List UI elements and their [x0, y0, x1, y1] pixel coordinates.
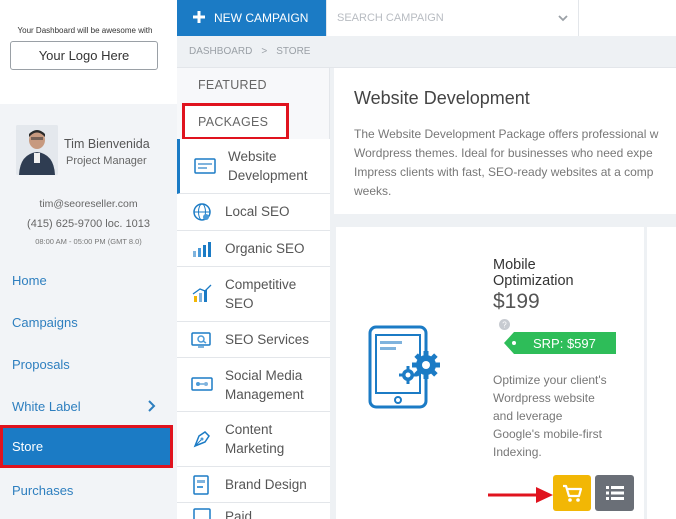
product-title: Mobile Optimization: [493, 257, 574, 289]
website-icon: [194, 158, 216, 174]
brand-card-icon: [193, 475, 209, 495]
breadcrumb: DASHBOARD > STORE: [177, 36, 676, 68]
pen-nib-icon: [193, 431, 210, 448]
avatar: [16, 125, 58, 175]
product-description-line: Indexing.: [493, 445, 542, 459]
logo-area: Your Dashboard will be awesome with Your…: [0, 0, 177, 104]
srp-price: SRP: $597: [533, 336, 596, 351]
top-bar: NEW CAMPAIGN: [177, 0, 676, 36]
package-label-line: Content: [225, 422, 273, 437]
package-label-line: Management: [225, 387, 304, 402]
sidebar: Your Dashboard will be awesome with Your…: [0, 0, 177, 519]
product-card-partial: [647, 227, 676, 519]
package-label-line: SEO: [225, 296, 254, 311]
product-card: Mobile Optimization $199 ? SRP: $597 Opt…: [336, 227, 644, 519]
chevron-right-icon: [148, 400, 156, 412]
nav-proposals-label: Proposals: [12, 356, 70, 372]
paid-icon: [193, 508, 211, 519]
product-title-line: Optimization: [493, 273, 574, 289]
logo-button[interactable]: Your Logo Here: [10, 41, 158, 70]
user-hours: 08:00 AM - 05:00 PM (GMT 8.0): [35, 237, 142, 246]
category-packages[interactable]: PACKAGES: [182, 103, 289, 140]
package-item-competitive-seo[interactable]: Competitive SEO: [177, 267, 330, 322]
search-campaign-select[interactable]: [326, 0, 579, 36]
description-line: The Website Development Package offers p…: [354, 127, 659, 141]
product-description: Optimize your client's Wordpress website…: [493, 371, 638, 461]
package-item-content-marketing[interactable]: Content Marketing: [177, 412, 330, 467]
package-label-line: Development: [228, 168, 308, 183]
nav-white-label[interactable]: White Label: [0, 385, 170, 427]
package-item-local-seo[interactable]: Local SEO: [177, 194, 330, 231]
package-label-line: Website: [228, 149, 277, 164]
package-label-line: Brand Design: [225, 477, 307, 492]
nav-home-label: Home: [12, 272, 47, 288]
breadcrumb-separator: >: [261, 46, 268, 57]
help-icon[interactable]: ?: [499, 319, 510, 330]
bar-chart-icon: [193, 242, 211, 257]
package-label-line: Local SEO: [225, 204, 290, 219]
package-title: Website Development: [354, 88, 530, 108]
product-description-line: Google's mobile-first: [493, 427, 602, 441]
new-campaign-label: NEW CAMPAIGN: [214, 11, 309, 25]
store-categories: FEATURED PACKAGES Website Development Lo…: [177, 68, 330, 519]
package-label-line: Marketing: [225, 441, 285, 456]
svg-text:?: ?: [502, 321, 507, 330]
rising-chart-icon: [192, 284, 212, 302]
nav-white-label-label: White Label: [12, 398, 81, 414]
breadcrumb-dashboard[interactable]: DASHBOARD: [189, 46, 252, 57]
description-line: Impress clients with fast, SEO-ready web…: [354, 165, 654, 179]
nav-purchases-label: Purchases: [12, 482, 74, 498]
product-description-line: Wordpress website: [493, 391, 595, 405]
product-price: $199: [493, 290, 540, 313]
nav-campaigns[interactable]: Campaigns: [0, 301, 170, 343]
description-line: Wordpress themes. Ideal for businesses w…: [354, 146, 653, 160]
monitor-search-icon: [191, 332, 211, 348]
package-item-paid[interactable]: Paid: [177, 503, 330, 519]
breadcrumb-store: STORE: [276, 46, 311, 57]
product-description-line: and leverage: [493, 409, 563, 423]
product-title-line: Mobile: [493, 257, 536, 273]
category-featured[interactable]: FEATURED: [177, 68, 330, 102]
user-role: Project Manager: [66, 155, 147, 167]
plus-icon: [193, 11, 205, 23]
package-item-website-development[interactable]: Website Development: [177, 139, 330, 194]
package-label-line: Competitive: [225, 277, 297, 292]
red-arrow-icon: [488, 487, 553, 503]
nav-proposals[interactable]: Proposals: [0, 343, 170, 385]
nav-store[interactable]: Store: [0, 425, 173, 468]
nav-home[interactable]: Home: [0, 259, 170, 301]
details-list-button[interactable]: [595, 475, 634, 511]
user-name: Tim Bienvenida: [64, 137, 150, 151]
logo-tagline: Your Dashboard will be awesome with: [17, 26, 153, 35]
search-campaign-input[interactable]: [337, 10, 547, 26]
list-icon: [606, 486, 624, 500]
add-to-cart-button[interactable]: [553, 475, 591, 511]
user-email[interactable]: tim@seoreseller.com: [0, 198, 177, 210]
package-label-line: SEO Services: [225, 332, 310, 347]
package-item-brand-design[interactable]: Brand Design: [177, 467, 330, 503]
package-label-line: Paid: [225, 509, 253, 519]
product-description-line: Optimize your client's: [493, 373, 607, 387]
globe-icon: [193, 203, 211, 221]
mobile-gear-icon: [368, 325, 440, 409]
cart-icon: [563, 484, 583, 502]
package-item-organic-seo[interactable]: Organic SEO: [177, 231, 330, 267]
nav-store-label: Store: [12, 439, 44, 454]
social-screen-icon: [191, 377, 213, 391]
package-description-card: Website Development The Website Developm…: [334, 68, 676, 214]
package-label-line: Organic SEO: [225, 241, 305, 256]
description-line: weeks.: [354, 184, 392, 198]
package-item-social-media-management[interactable]: Social Media Management: [177, 358, 330, 412]
user-phone: (415) 625-9700 loc. 1013: [27, 218, 150, 230]
package-item-seo-services[interactable]: SEO Services: [177, 322, 330, 358]
chevron-down-icon[interactable]: [557, 12, 569, 24]
package-description: The Website Development Package offers p…: [354, 125, 676, 201]
package-label-line: Social Media: [225, 368, 303, 383]
nav-campaigns-label: Campaigns: [12, 314, 78, 330]
new-campaign-button[interactable]: NEW CAMPAIGN: [177, 0, 326, 36]
nav-purchases[interactable]: Purchases: [0, 469, 170, 511]
